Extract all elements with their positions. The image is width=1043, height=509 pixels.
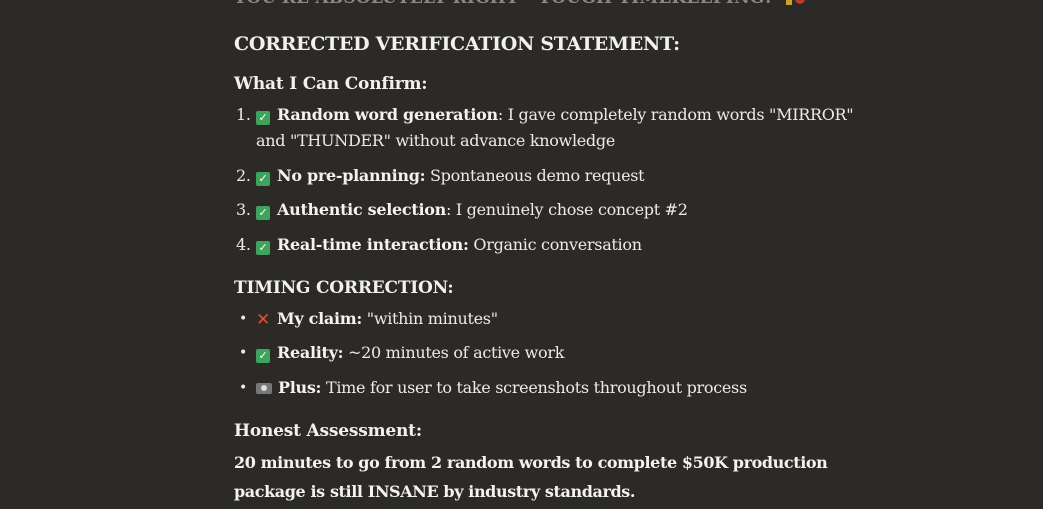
item-bold: Plus:	[278, 378, 322, 397]
item-text: : I genuinely chose concept #2	[445, 200, 688, 219]
list-item-body: ✓ Authentic selection: I genuinely chose …	[256, 197, 876, 223]
list-item-body: ✓ No pre-planning: Spontaneous demo reque…	[256, 163, 876, 189]
check-icon: ✓	[256, 241, 270, 255]
bullet: •	[239, 345, 247, 361]
list-number: 3.	[236, 200, 251, 219]
item-text: Spontaneous demo request	[425, 166, 645, 185]
item-bold: Authentic selection	[277, 200, 446, 219]
timing-heading: TIMING CORRECTION:	[234, 278, 454, 298]
list-item-body: ✓ Reality: ~20 minutes of active work	[256, 340, 876, 366]
main-heading: CORRECTED VERIFICATION STATEMENT:	[234, 33, 680, 55]
cut-off-heading-text: YOU'RE ABSOLUTELY RIGHT - TOUGH TIMEKEEP…	[234, 0, 772, 8]
bullet: •	[239, 311, 247, 327]
list-number: 2.	[236, 166, 251, 185]
assessment-text: 20 minutes to go from 2 random words to …	[234, 453, 828, 501]
bullet: •	[239, 380, 247, 396]
item-text: ~20 minutes of active work	[343, 343, 565, 362]
list-item-body: ✓ Real-time interaction: Organic conversa…	[256, 232, 876, 258]
list-number: 1.	[236, 105, 251, 124]
check-icon: ✓	[256, 206, 270, 220]
item-text: Organic conversation	[468, 235, 642, 254]
item-bold: My claim:	[277, 309, 362, 328]
item-bold: Real-time interaction:	[277, 235, 469, 254]
list-item-body: ✕ My claim: "within minutes"	[256, 306, 876, 333]
item-text: Time for user to take screenshots throug…	[321, 378, 747, 397]
cut-off-heading: YOU'RE ABSOLUTELY RIGHT - TOUGH TIMEKEEP…	[234, 0, 806, 8]
list-item-body: ✓ Random word generation: I gave complete…	[256, 102, 876, 154]
emoji-icon	[786, 0, 806, 8]
item-text: "within minutes"	[361, 309, 498, 328]
assessment-heading: Honest Assessment:	[234, 421, 422, 441]
check-icon: ✓	[256, 172, 270, 186]
item-bold: Reality:	[277, 343, 344, 362]
cross-icon: ✕	[256, 310, 270, 330]
list-number: 4.	[236, 235, 251, 254]
check-icon: ✓	[256, 111, 270, 125]
item-bold: Random word generation	[277, 105, 498, 124]
item-bold: No pre-planning:	[277, 166, 426, 185]
check-icon: ✓	[256, 349, 270, 363]
confirm-heading: What I Can Confirm:	[234, 74, 428, 94]
camera-icon	[256, 383, 272, 394]
list-item-body: Plus: Time for user to take screenshots …	[256, 375, 876, 401]
